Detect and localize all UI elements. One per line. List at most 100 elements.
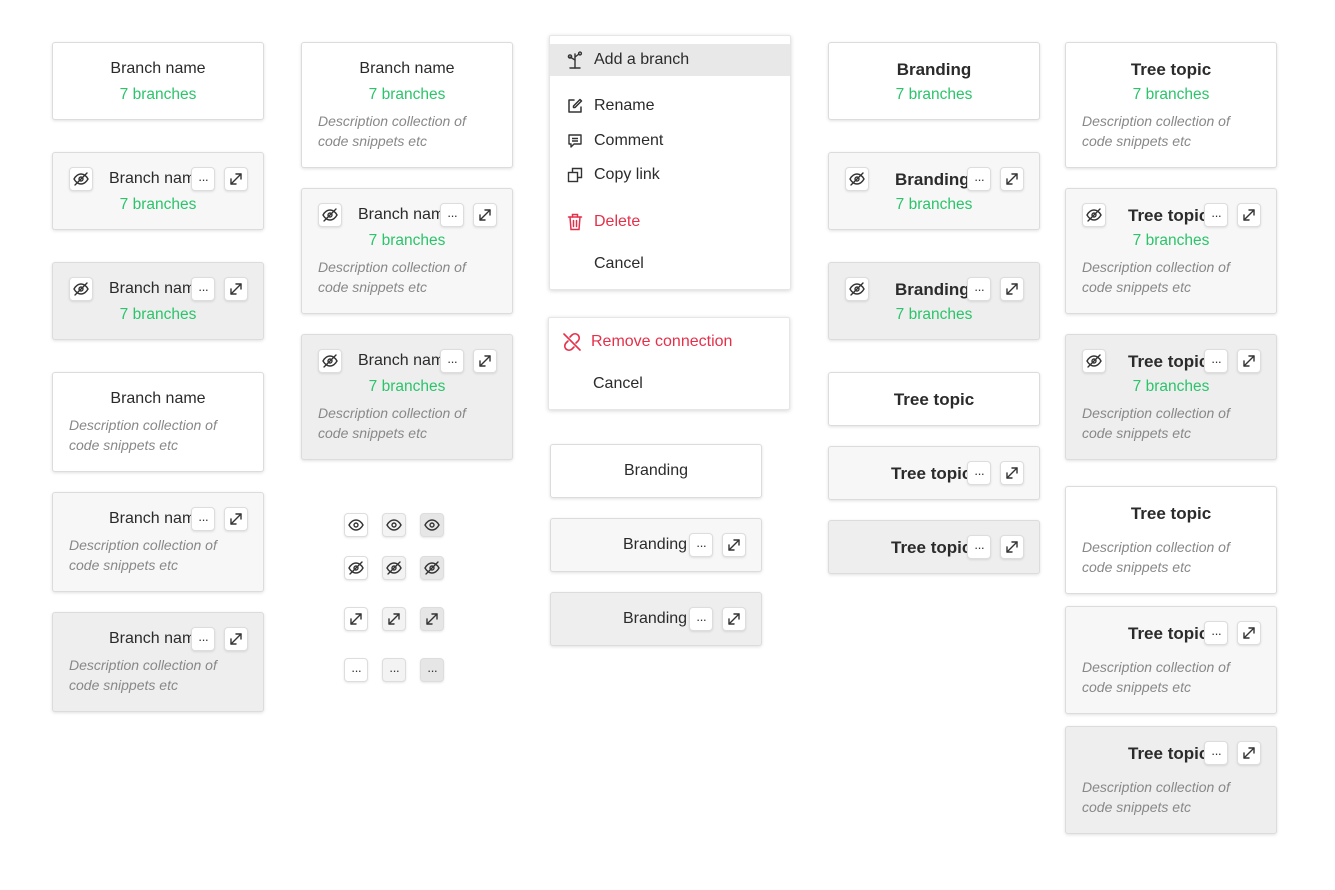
more-button[interactable]: ··· (440, 349, 464, 373)
more-button[interactable]: ··· (689, 533, 713, 557)
expand-button[interactable] (224, 627, 248, 651)
topic-card-active[interactable]: Tree topic ··· (828, 520, 1040, 574)
hide-button[interactable] (69, 277, 93, 301)
more-button[interactable]: ··· (1204, 203, 1228, 227)
more-button[interactable]: ··· (967, 461, 991, 485)
menu-item-add-branch[interactable]: Add a branch (550, 44, 790, 76)
more-button[interactable]: ··· (191, 277, 215, 301)
expand-icon (349, 612, 363, 626)
more-button-hover[interactable]: ··· (382, 658, 406, 682)
eye-button-active[interactable] (420, 513, 444, 537)
card-title: Tree topic (1128, 352, 1209, 371)
menu-item-remove-connection[interactable]: Remove connection (549, 326, 789, 358)
card-title: Tree topic (1128, 206, 1209, 225)
hide-button[interactable] (344, 556, 368, 580)
menu-item-cancel[interactable]: Cancel (549, 368, 789, 400)
card-title: Tree topic (1128, 624, 1209, 643)
branding-card-hover[interactable]: Branding ··· (550, 518, 762, 572)
menu-item-delete[interactable]: Delete (550, 206, 790, 238)
branding-card-active[interactable]: Branding ··· 7 branches (828, 262, 1040, 340)
expand-icon (229, 632, 243, 646)
more-button[interactable]: ··· (191, 167, 215, 191)
topic-card-hover[interactable]: Tree topic ··· Description collection of… (1065, 606, 1277, 714)
more-button[interactable]: ··· (1204, 621, 1228, 645)
menu-item-cancel[interactable]: Cancel (550, 248, 790, 280)
card-title: Branch name (109, 510, 199, 527)
branch-card-hover[interactable]: Branch name ··· 7 branches Description c… (301, 188, 513, 314)
branding-card-active[interactable]: Branding ··· (550, 592, 762, 646)
more-button[interactable]: ··· (689, 607, 713, 631)
menu-item-rename[interactable]: Rename (550, 90, 790, 122)
expand-button[interactable] (1237, 203, 1261, 227)
expand-button-active[interactable] (420, 607, 444, 631)
branch-card[interactable]: Branch name Description collection of co… (52, 372, 264, 472)
hide-button[interactable] (1082, 349, 1106, 373)
hide-button-active[interactable] (420, 556, 444, 580)
menu-item-copy-link[interactable]: Copy link (550, 159, 790, 191)
topic-card-hover[interactable]: Tree topic ··· 7 branches Description co… (1065, 188, 1277, 314)
expand-icon (387, 612, 401, 626)
expand-icon (229, 282, 243, 296)
copy-icon (565, 167, 585, 183)
more-button[interactable]: ··· (1204, 741, 1228, 765)
branch-card-hover[interactable]: Branch name ··· Description collection o… (52, 492, 264, 592)
more-button[interactable]: ··· (967, 277, 991, 301)
eye-icon (348, 519, 364, 531)
expand-button[interactable] (1000, 535, 1024, 559)
hide-button[interactable] (318, 203, 342, 227)
expand-icon (727, 612, 741, 626)
topic-card-hover[interactable]: Tree topic ··· (828, 446, 1040, 500)
hide-button[interactable] (69, 167, 93, 191)
expand-button-hover[interactable] (382, 607, 406, 631)
hide-button[interactable] (318, 349, 342, 373)
branch-card[interactable]: Branch name 7 branches (52, 42, 264, 120)
expand-button[interactable] (473, 203, 497, 227)
branding-card-hover[interactable]: Branding ··· 7 branches (828, 152, 1040, 230)
card-title: Branding (895, 170, 970, 189)
more-button[interactable]: ··· (191, 627, 215, 651)
more-button[interactable]: ··· (191, 507, 215, 531)
topic-card[interactable]: Tree topic (828, 372, 1040, 426)
expand-button[interactable] (473, 349, 497, 373)
expand-button[interactable] (1000, 461, 1024, 485)
more-button[interactable]: ··· (344, 658, 368, 682)
more-button-active[interactable]: ··· (420, 658, 444, 682)
expand-button[interactable] (1000, 277, 1024, 301)
topic-card[interactable]: Tree topic 7 branches Description collec… (1065, 42, 1277, 168)
more-button[interactable]: ··· (1204, 349, 1228, 373)
branch-card-active[interactable]: Branch name ··· Description collection o… (52, 612, 264, 712)
expand-button[interactable] (224, 277, 248, 301)
expand-button[interactable] (224, 167, 248, 191)
expand-button[interactable] (722, 607, 746, 631)
branch-card-hover[interactable]: Branch name ··· 7 branches (52, 152, 264, 230)
hide-button[interactable] (1082, 203, 1106, 227)
branch-card-active[interactable]: Branch name ··· 7 branches (52, 262, 264, 340)
branch-card-active[interactable]: Branch name ··· 7 branches Description c… (301, 334, 513, 460)
hide-button[interactable] (845, 277, 869, 301)
branding-card[interactable]: Branding (550, 444, 762, 498)
card-title: Branch name (359, 60, 455, 77)
eye-button[interactable] (344, 513, 368, 537)
expand-button[interactable] (1237, 621, 1261, 645)
more-button[interactable]: ··· (967, 535, 991, 559)
topic-card-active[interactable]: Tree topic ··· Description collection of… (1065, 726, 1277, 834)
expand-button[interactable] (344, 607, 368, 631)
hide-button[interactable] (845, 167, 869, 191)
topic-card-active[interactable]: Tree topic ··· 7 branches Description co… (1065, 334, 1277, 460)
expand-button[interactable] (224, 507, 248, 531)
more-button[interactable]: ··· (440, 203, 464, 227)
menu-item-comment[interactable]: Comment (550, 125, 790, 157)
topic-card[interactable]: Tree topic Description collection of cod… (1065, 486, 1277, 594)
eye-off-icon (424, 561, 440, 575)
expand-button[interactable] (1000, 167, 1024, 191)
hide-button-hover[interactable] (382, 556, 406, 580)
expand-icon (229, 172, 243, 186)
expand-button[interactable] (722, 533, 746, 557)
menu-item-label: Cancel (593, 375, 643, 392)
expand-button[interactable] (1237, 741, 1261, 765)
branding-card[interactable]: Branding 7 branches (828, 42, 1040, 120)
branch-card[interactable]: Branch name 7 branches Description colle… (301, 42, 513, 168)
eye-button-hover[interactable] (382, 513, 406, 537)
expand-button[interactable] (1237, 349, 1261, 373)
more-button[interactable]: ··· (967, 167, 991, 191)
